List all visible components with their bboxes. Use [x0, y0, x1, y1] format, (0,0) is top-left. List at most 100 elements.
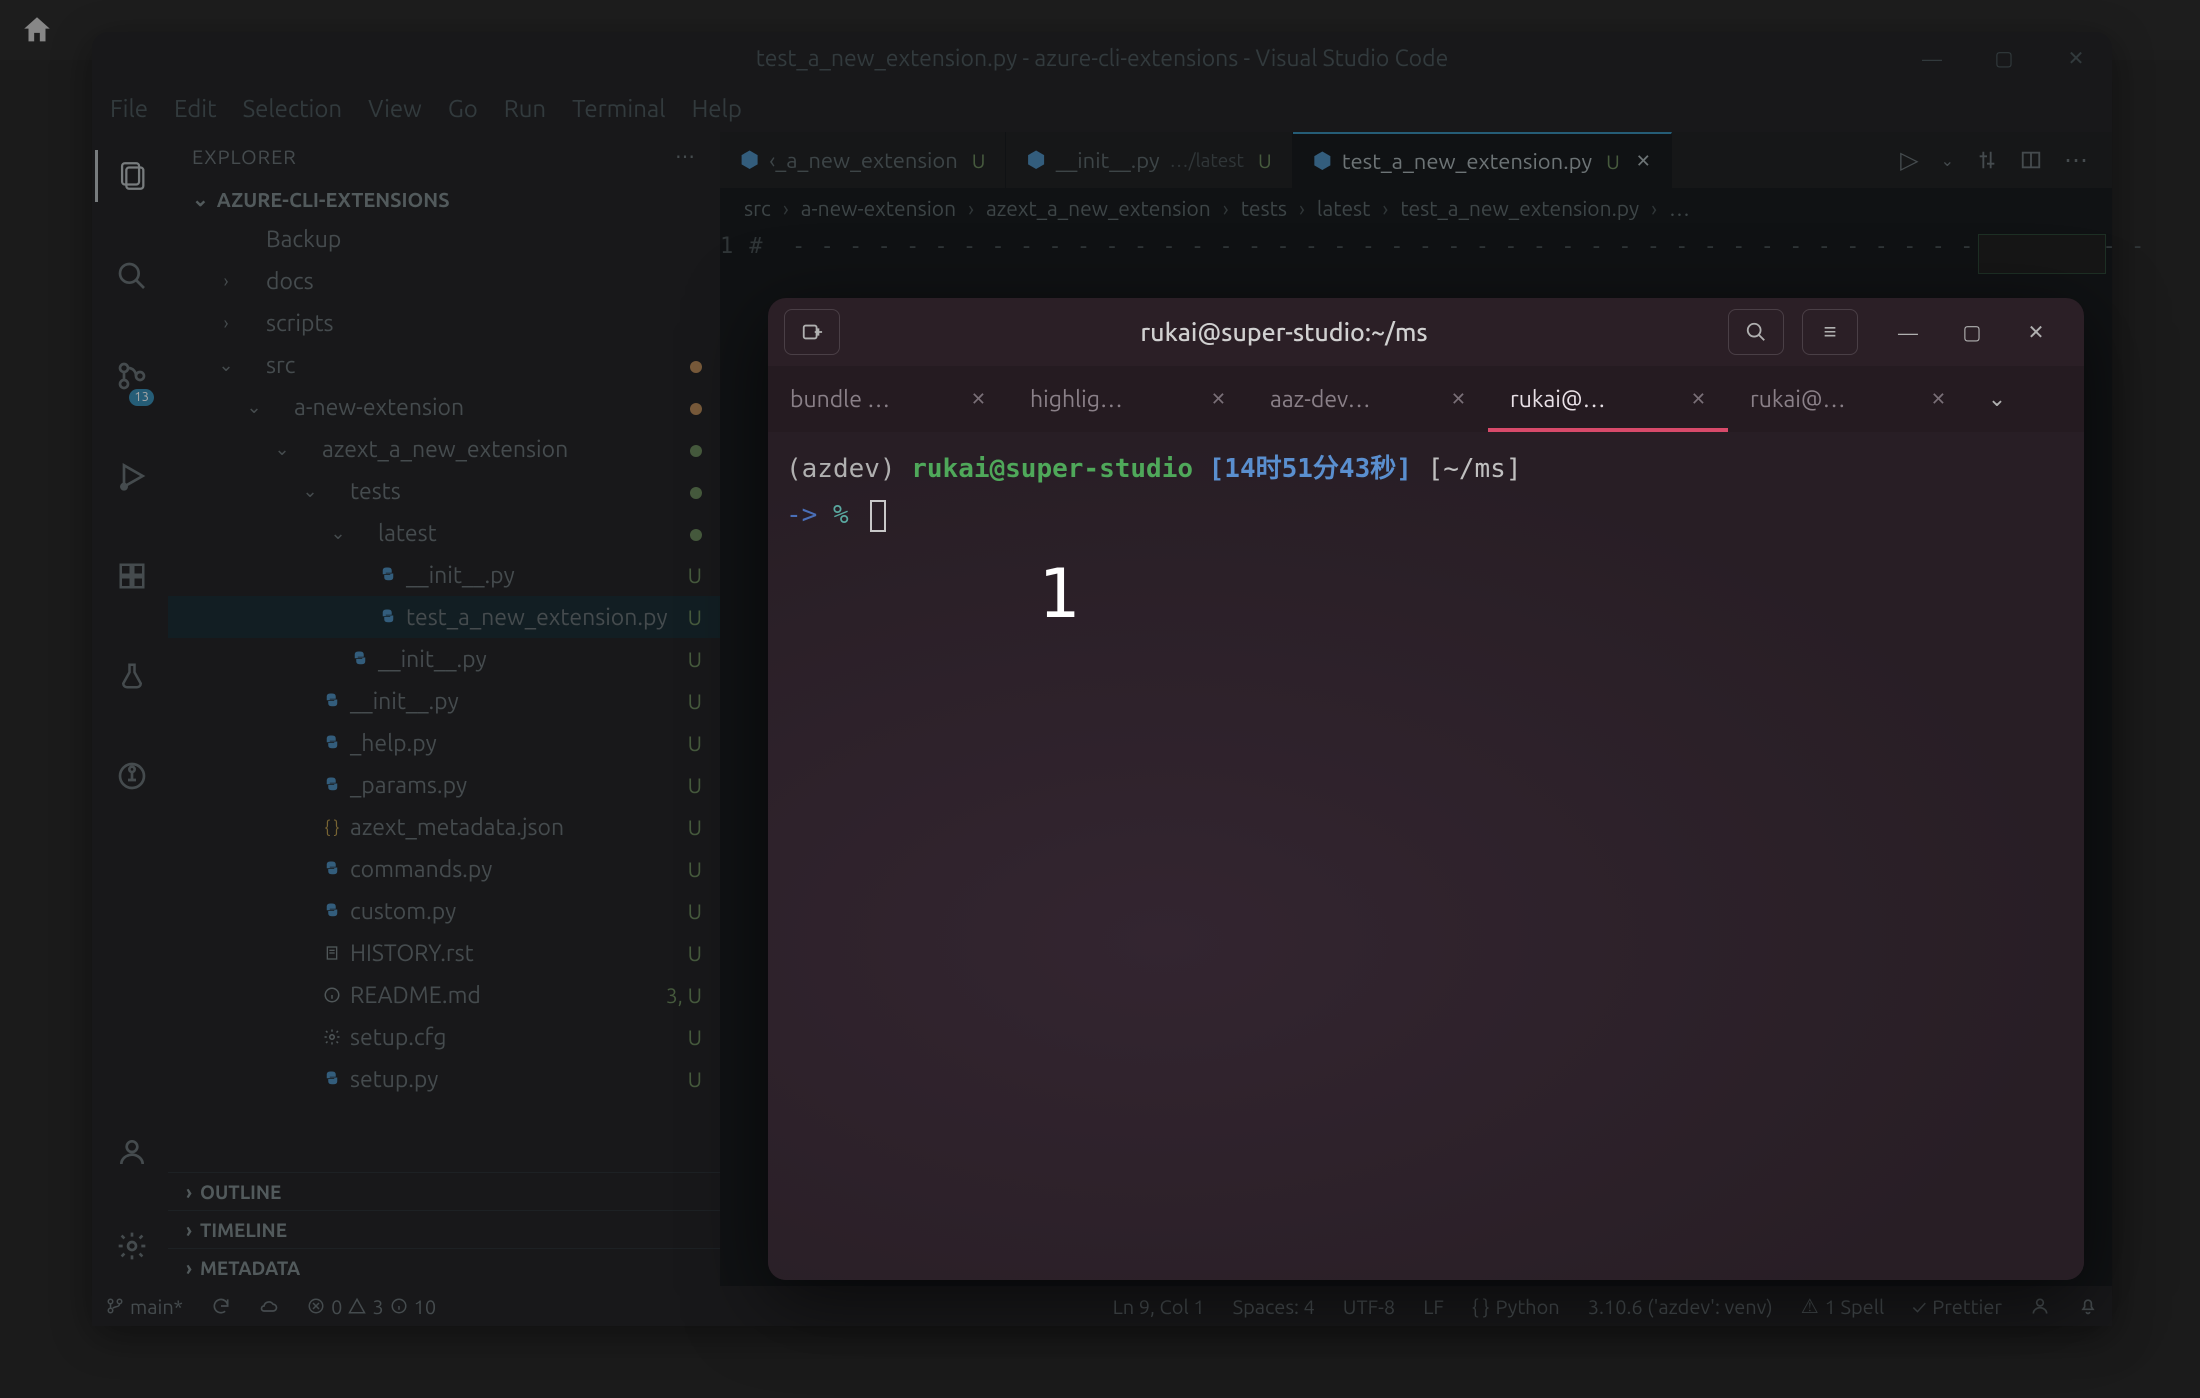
tab-close-icon[interactable]: ✕: [1636, 151, 1651, 172]
menu-run[interactable]: Run: [504, 95, 546, 122]
status-lang[interactable]: { } Python: [1472, 1295, 1560, 1318]
status-interpreter[interactable]: 3.10.6 ('azdev': venv): [1588, 1295, 1773, 1318]
terminal-tabs-dropdown-icon[interactable]: ⌄: [1968, 366, 2026, 432]
tab-close-icon[interactable]: ✕: [971, 389, 986, 410]
terminal-tab[interactable]: aaz-dev…✕: [1248, 366, 1488, 432]
menu-terminal[interactable]: Terminal: [572, 95, 665, 122]
terminal-tab[interactable]: rukai@…✕: [1728, 366, 1968, 432]
menu-help[interactable]: Help: [692, 95, 742, 122]
tree-item[interactable]: ⌄azext_a_new_extension: [168, 428, 720, 470]
terminal-menu-icon[interactable]: ≡: [1802, 309, 1858, 355]
tree-item[interactable]: ⌄tests: [168, 470, 720, 512]
search-icon[interactable]: [96, 250, 168, 302]
menu-go[interactable]: Go: [448, 95, 478, 122]
editor-tab[interactable]: ⬢test_a_new_extension.pyU✕: [1293, 132, 1672, 188]
status-bar: main* 0 3 10 Ln 9, Col 1 Spaces: 4 UTF-8…: [92, 1286, 2112, 1326]
tree-item[interactable]: __init__.pyU: [168, 554, 720, 596]
tab-close-icon[interactable]: ✕: [1211, 389, 1226, 410]
terminal-body[interactable]: (azdev) rukai@super-studio [14时51分43秒] […: [768, 432, 2084, 1280]
sidebar-root[interactable]: ⌄ AZURE-CLI-EXTENSIONS: [168, 180, 720, 218]
tree-item[interactable]: _help.pyU: [168, 722, 720, 764]
tree-item[interactable]: _params.pyU: [168, 764, 720, 806]
tab-close-icon[interactable]: ✕: [1931, 389, 1946, 410]
overlay-number: 1: [1038, 572, 1079, 618]
menu-view[interactable]: View: [368, 95, 422, 122]
tree-item[interactable]: Backup: [168, 218, 720, 260]
menu-selection[interactable]: Selection: [243, 95, 343, 122]
status-problems[interactable]: 0 3 10: [307, 1295, 436, 1318]
tree-item[interactable]: setup.pyU: [168, 1058, 720, 1100]
editor-tab[interactable]: ⬢__init__.py…/latestU: [1006, 132, 1292, 188]
tab-close-icon[interactable]: ✕: [1691, 389, 1706, 410]
tree-item[interactable]: ⌄a-new-extension: [168, 386, 720, 428]
close-button[interactable]: ✕: [2040, 32, 2112, 84]
terminal-close-button[interactable]: ✕: [2004, 309, 2068, 355]
scm-icon[interactable]: 13: [96, 350, 168, 402]
run-file-icon[interactable]: ▷: [1900, 146, 1918, 174]
status-position[interactable]: Ln 9, Col 1: [1113, 1295, 1205, 1318]
sidebar-header: EXPLORER: [192, 145, 297, 168]
status-spell[interactable]: ⚠ 1 Spell: [1801, 1294, 1885, 1318]
status-branch[interactable]: main*: [106, 1295, 183, 1318]
tree-item[interactable]: __init__.pyU: [168, 638, 720, 680]
status-prettier[interactable]: ✓ Prettier: [1912, 1295, 2002, 1318]
status-feedback-icon[interactable]: [2030, 1296, 2050, 1316]
sidebar: EXPLORER ⋯ ⌄ AZURE-CLI-EXTENSIONS Backup…: [168, 132, 720, 1286]
home-icon[interactable]: [20, 13, 54, 47]
sidebar-section-timeline[interactable]: › TIMELINE: [168, 1210, 720, 1248]
status-cloud-icon[interactable]: [259, 1296, 279, 1316]
testing-icon[interactable]: [96, 650, 168, 702]
status-bell-icon[interactable]: [2078, 1296, 2098, 1316]
tree-item[interactable]: ›scripts: [168, 302, 720, 344]
scm-badge: 13: [129, 389, 154, 406]
graph-icon[interactable]: [96, 750, 168, 802]
status-encoding[interactable]: UTF-8: [1343, 1295, 1395, 1318]
menubar: File Edit Selection View Go Run Terminal Help: [92, 84, 2112, 132]
terminal-minimize-button[interactable]: —: [1876, 309, 1940, 355]
run-dropdown-icon[interactable]: ⌄: [1941, 151, 1954, 170]
editor-tabs: ⬢‹_a_new_extensionU⬢__init__.py…/latestU…: [720, 132, 2112, 188]
settings-icon[interactable]: [116, 1220, 148, 1272]
extensions-icon[interactable]: [96, 550, 168, 602]
tree-item[interactable]: ⌄src: [168, 344, 720, 386]
terminal-cursor: [870, 500, 886, 532]
sidebar-section-metadata[interactable]: › METADATA: [168, 1248, 720, 1286]
menu-edit[interactable]: Edit: [174, 95, 217, 122]
split-icon[interactable]: [2020, 149, 2042, 171]
status-spaces[interactable]: Spaces: 4: [1233, 1295, 1315, 1318]
explorer-icon[interactable]: [95, 150, 167, 202]
menu-file[interactable]: File: [110, 95, 148, 122]
more-icon[interactable]: ⋯: [2064, 146, 2088, 174]
tree-item[interactable]: ›docs: [168, 260, 720, 302]
breadcrumb[interactable]: src›a-new-extension›azext_a_new_extensio…: [720, 188, 2112, 228]
window-title: test_a_new_extension.py - azure-cli-exte…: [756, 46, 1449, 71]
new-tab-button[interactable]: [784, 309, 840, 355]
sidebar-section-outline[interactable]: › OUTLINE: [168, 1172, 720, 1210]
tree-item[interactable]: README.md3, U: [168, 974, 720, 1016]
minimize-button[interactable]: —: [1896, 32, 1968, 84]
tree-item[interactable]: ⌄latest: [168, 512, 720, 554]
diff-icon[interactable]: [1976, 149, 1998, 171]
status-sync-icon[interactable]: [211, 1296, 231, 1316]
terminal-maximize-button[interactable]: ▢: [1940, 309, 2004, 355]
terminal-search-icon[interactable]: [1728, 309, 1784, 355]
tree-item[interactable]: custom.pyU: [168, 890, 720, 932]
terminal-tab[interactable]: bundle …✕: [768, 366, 1008, 432]
tree-item[interactable]: commands.pyU: [168, 848, 720, 890]
minimap[interactable]: [1978, 234, 2106, 274]
tab-close-icon[interactable]: ✕: [1451, 389, 1466, 410]
account-icon[interactable]: [116, 1126, 148, 1178]
titlebar: test_a_new_extension.py - azure-cli-exte…: [92, 32, 2112, 84]
sidebar-more-icon[interactable]: ⋯: [675, 144, 696, 168]
status-eol[interactable]: LF: [1423, 1295, 1444, 1318]
editor-tab[interactable]: ⬢‹_a_new_extensionU: [720, 132, 1006, 188]
tree-item[interactable]: HISTORY.rstU: [168, 932, 720, 974]
maximize-button[interactable]: ▢: [1968, 32, 2040, 84]
terminal-tab[interactable]: highlig…✕: [1008, 366, 1248, 432]
run-icon[interactable]: [96, 450, 168, 502]
tree-item[interactable]: { }azext_metadata.jsonU: [168, 806, 720, 848]
tree-item[interactable]: test_a_new_extension.pyU: [168, 596, 720, 638]
tree-item[interactable]: __init__.pyU: [168, 680, 720, 722]
tree-item[interactable]: setup.cfgU: [168, 1016, 720, 1058]
terminal-tab[interactable]: rukai@…✕: [1488, 366, 1728, 432]
